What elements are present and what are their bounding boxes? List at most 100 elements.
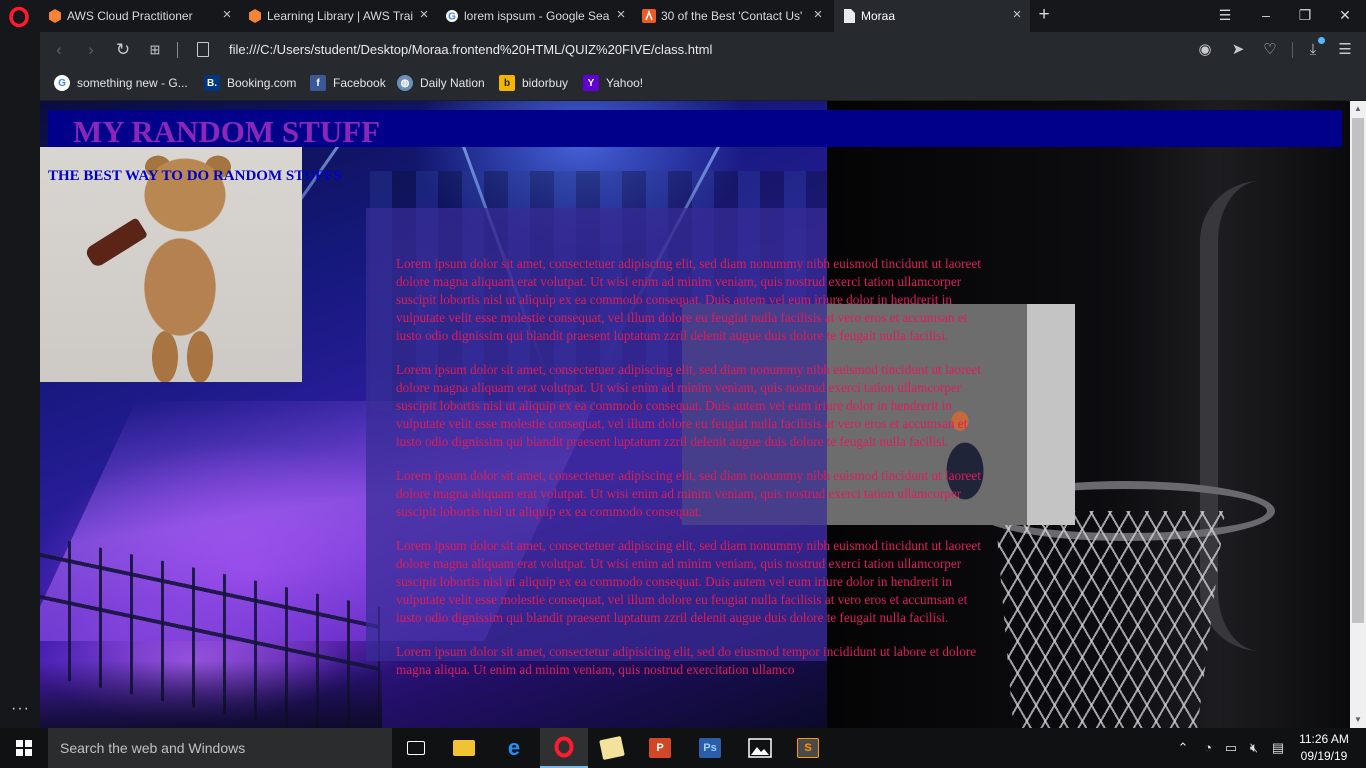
yahoo-icon: Y xyxy=(583,75,599,91)
send-icon[interactable]: ➤ xyxy=(1227,40,1249,60)
notification-dot xyxy=(1318,37,1325,44)
site-favicon-icon xyxy=(642,9,656,23)
clock-date: 09/19/19 xyxy=(1300,749,1348,763)
bookmark-label: Facebook xyxy=(333,76,386,90)
backboard xyxy=(1200,181,1320,651)
site-header: MY RANDOM STUFF xyxy=(48,110,1342,147)
bookmark-label: Daily Nation xyxy=(420,76,485,90)
close-tab-icon[interactable]: × xyxy=(811,7,825,22)
minimize-icon[interactable]: – xyxy=(1254,4,1278,26)
windows-logo-icon xyxy=(16,740,32,756)
scroll-down-arrow-icon[interactable]: ▼ xyxy=(1350,712,1366,728)
scroll-up-arrow-icon[interactable]: ▲ xyxy=(1350,101,1366,117)
easy-setup-icon[interactable]: ☰ xyxy=(1334,40,1356,60)
close-tab-icon[interactable]: × xyxy=(1010,7,1024,22)
tab-label: Learning Library | AWS Trai xyxy=(267,9,414,23)
page-icon xyxy=(842,9,856,23)
google-icon: G xyxy=(54,75,70,91)
tab-lorem-ipsum-search[interactable]: G lorem ispsum - Google Sea × xyxy=(437,0,634,32)
tab-contact-us[interactable]: 30 of the Best 'Contact Us' × xyxy=(634,0,831,32)
battery-icon[interactable]: ▭ xyxy=(1220,728,1242,768)
bookmark-something-new[interactable]: G something new - G... xyxy=(54,75,188,91)
divider xyxy=(177,42,178,58)
page-title: MY RANDOM STUFF xyxy=(73,114,381,149)
paragraph: Lorem ipsum dolor sit amet, consectetuer… xyxy=(396,538,981,625)
bookmark-booking[interactable]: B. Booking.com xyxy=(204,75,296,91)
paragraph: Lorem ipsum dolor sit amet, consectetuer… xyxy=(396,362,981,449)
sublime-text-icon[interactable]: S xyxy=(784,728,832,768)
web-page-viewport: MY RANDOM STUFF THE BEST WAY TO DO RANDO… xyxy=(40,101,1350,728)
tab-label: lorem ispsum - Google Sea xyxy=(464,9,610,23)
bookmark-bidorbuy[interactable]: b bidorbuy xyxy=(499,75,568,91)
restore-icon[interactable]: ❐ xyxy=(1293,4,1317,26)
action-center-icon[interactable]: ▤ xyxy=(1267,728,1289,768)
page-subtitle: THE BEST WAY TO DO RANDOM STUFFS xyxy=(48,168,342,184)
tab-moraa[interactable]: Moraa × xyxy=(834,0,1030,32)
show-hidden-icons-chevron-icon[interactable]: ⌃ xyxy=(1172,728,1194,768)
page-icon xyxy=(197,42,209,57)
bookmark-label: Booking.com xyxy=(227,76,297,90)
opera-icon[interactable] xyxy=(540,728,588,768)
close-tab-icon[interactable]: × xyxy=(614,7,628,22)
paragraph: Lorem ipsum dolor sit amet, consectetur … xyxy=(396,644,977,677)
photos-icon[interactable] xyxy=(588,728,636,768)
vertical-scrollbar[interactable]: ▲ ▼ xyxy=(1350,101,1366,728)
windows-taskbar: Search the web and Windows e P Ps S ⌃ ◔ … xyxy=(0,728,1366,768)
file-explorer-icon[interactable] xyxy=(440,728,488,768)
facebook-icon: f xyxy=(310,75,326,91)
shadow xyxy=(40,661,382,728)
google-icon: G xyxy=(445,9,459,23)
edge-icon[interactable]: e xyxy=(490,728,538,768)
opera-menu-icon[interactable] xyxy=(8,7,30,27)
powerpoint-icon[interactable]: P xyxy=(636,728,684,768)
aws-hexagon-icon xyxy=(48,9,62,23)
tab-strip: AWS Cloud Practitioner × Learning Librar… xyxy=(0,0,1366,32)
paragraph: Lorem ipsum dolor sit amet, consectetuer… xyxy=(396,256,981,343)
snapshot-camera-icon[interactable]: ◉ xyxy=(1194,40,1216,60)
paragraph: Lorem ipsum dolor sit amet, consectetuer… xyxy=(396,468,981,519)
back-arrow-icon[interactable]: ‹ xyxy=(49,40,69,60)
aws-hexagon-icon xyxy=(248,9,262,23)
more-options-icon[interactable]: ··· xyxy=(11,701,30,717)
bookmark-daily-nation[interactable]: ◍ Daily Nation xyxy=(397,75,485,91)
svg-text:G: G xyxy=(448,12,456,23)
bookmark-yahoo[interactable]: Y Yahoo! xyxy=(583,75,643,91)
hoop-net xyxy=(995,511,1225,728)
tab-menu-icon[interactable]: ☰ xyxy=(1213,4,1237,26)
tab-aws-cloud-practitioner[interactable]: AWS Cloud Practitioner × xyxy=(40,0,240,32)
tab-label: AWS Cloud Practitioner xyxy=(67,9,193,23)
clock-time: 11:26 AM xyxy=(1299,732,1349,746)
address-input[interactable]: file:///C:/Users/student/Desktop/Moraa.f… xyxy=(229,42,712,57)
volume-muted-icon[interactable]: 🔇︎ xyxy=(1243,728,1265,768)
bottle xyxy=(83,217,149,269)
bookmark-label: Yahoo! xyxy=(606,76,644,90)
scrollbar-thumb[interactable] xyxy=(1352,118,1364,623)
bookmark-label: bidorbuy xyxy=(522,76,569,90)
start-button[interactable] xyxy=(0,728,48,768)
booking-icon: B. xyxy=(204,75,220,91)
photoshop-icon[interactable]: Ps xyxy=(686,728,734,768)
reload-icon[interactable]: ↻ xyxy=(113,40,133,60)
close-tab-icon[interactable]: × xyxy=(417,7,431,22)
close-window-icon[interactable]: ✕ xyxy=(1333,4,1357,26)
bookmark-facebook[interactable]: f Facebook xyxy=(310,75,386,91)
heart-bookmark-icon[interactable]: ♡ xyxy=(1259,40,1281,60)
tab-learning-library[interactable]: Learning Library | AWS Trai × xyxy=(240,0,437,32)
taskbar-clock[interactable]: 11:26 AM 09/19/19 xyxy=(1296,731,1352,765)
speed-dial-grid-icon[interactable]: ⊞ xyxy=(145,40,165,60)
close-tab-icon[interactable]: × xyxy=(220,7,234,22)
bidorbuy-icon: b xyxy=(499,75,515,91)
taskbar-search-input[interactable]: Search the web and Windows xyxy=(48,728,392,768)
tab-label: 30 of the Best 'Contact Us' xyxy=(661,9,803,23)
network-icon[interactable]: ◔ xyxy=(1197,728,1219,768)
new-tab-plus-icon[interactable]: + xyxy=(1034,5,1054,25)
light-gray-block xyxy=(1027,304,1075,525)
article-text: Lorem ipsum dolor sit amet, consectetuer… xyxy=(396,255,993,695)
address-bar-row: ‹ › ↻ ⊞ file:///C:/Users/student/Desktop… xyxy=(40,32,1366,68)
forward-arrow-icon[interactable]: › xyxy=(81,40,101,60)
task-view-icon[interactable] xyxy=(392,728,440,768)
photo-viewer-icon[interactable] xyxy=(736,728,784,768)
globe-icon: ◍ xyxy=(397,75,413,91)
tab-label: Moraa xyxy=(861,9,896,23)
opera-sidebar: ··· xyxy=(0,32,40,728)
